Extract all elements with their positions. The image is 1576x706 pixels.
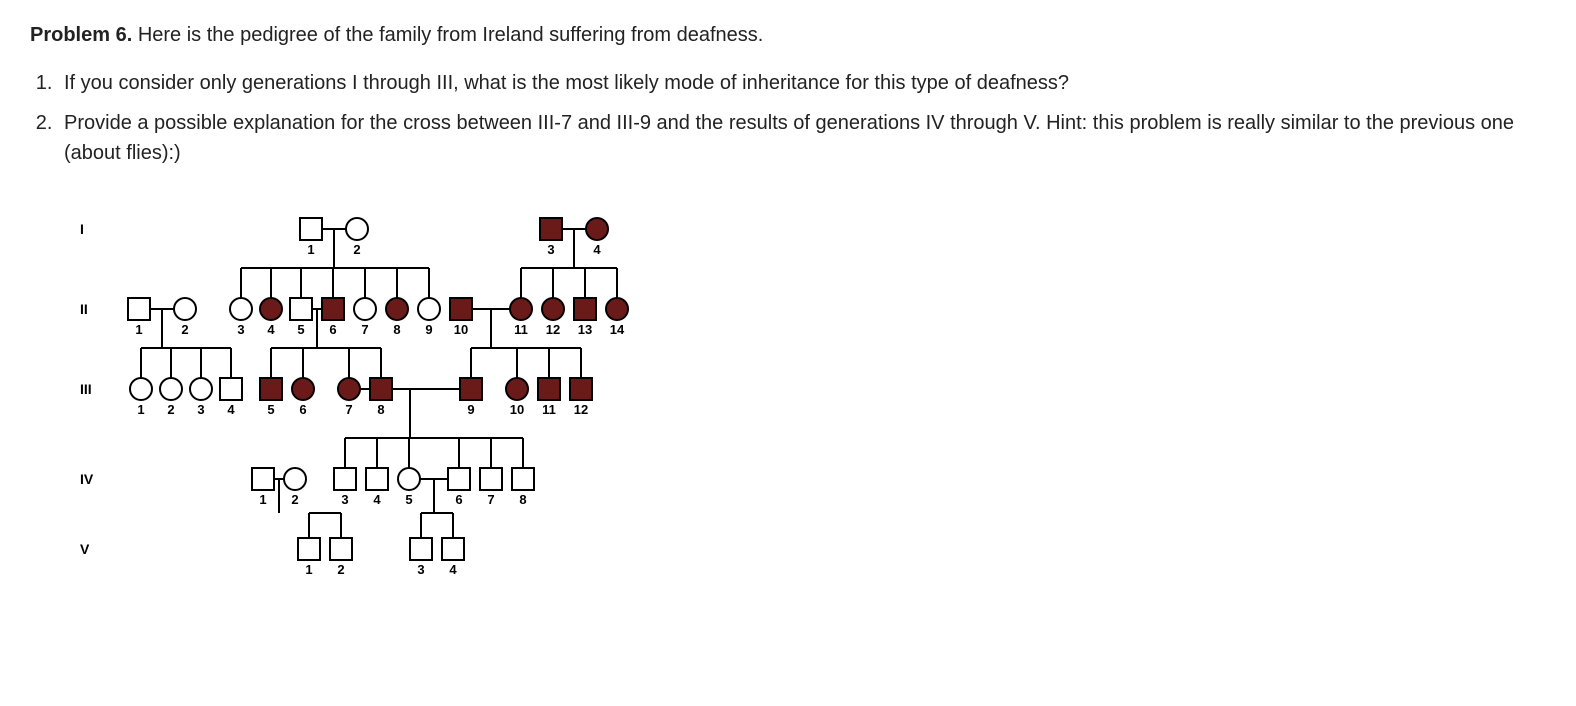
svg-text:11: 11 [514, 322, 528, 337]
svg-text:V: V [80, 541, 90, 557]
svg-text:5: 5 [267, 402, 274, 417]
svg-text:1: 1 [135, 322, 142, 337]
svg-text:6: 6 [329, 322, 336, 337]
question-2: Provide a possible explanation for the c… [58, 108, 1546, 168]
pedigree-svg: IIIIIIIVV1234123456789101112131412345678… [60, 188, 700, 588]
svg-text:1: 1 [137, 402, 144, 417]
svg-text:2: 2 [167, 402, 174, 417]
question-1: If you consider only generations I throu… [58, 68, 1546, 98]
svg-text:3: 3 [197, 402, 204, 417]
svg-text:1: 1 [259, 492, 266, 507]
svg-text:12: 12 [574, 402, 588, 417]
svg-text:3: 3 [341, 492, 348, 507]
question-list: If you consider only generations I throu… [30, 68, 1546, 168]
problem-label: Problem 6. [30, 24, 132, 46]
svg-text:2: 2 [181, 322, 188, 337]
svg-text:III: III [80, 381, 92, 397]
svg-text:3: 3 [417, 562, 424, 577]
svg-text:4: 4 [227, 402, 235, 417]
svg-text:4: 4 [373, 492, 381, 507]
svg-text:3: 3 [237, 322, 244, 337]
svg-text:10: 10 [454, 322, 468, 337]
svg-text:8: 8 [519, 492, 526, 507]
svg-text:6: 6 [299, 402, 306, 417]
svg-text:2: 2 [337, 562, 344, 577]
svg-text:12: 12 [546, 322, 560, 337]
svg-text:9: 9 [467, 402, 474, 417]
svg-text:6: 6 [455, 492, 462, 507]
svg-text:I: I [80, 221, 84, 237]
svg-text:7: 7 [487, 492, 494, 507]
svg-text:13: 13 [578, 322, 592, 337]
svg-text:14: 14 [610, 322, 625, 337]
svg-text:9: 9 [425, 322, 432, 337]
svg-text:1: 1 [307, 242, 314, 257]
svg-text:4: 4 [267, 322, 275, 337]
svg-text:7: 7 [361, 322, 368, 337]
svg-text:4: 4 [593, 242, 601, 257]
pedigree-chart: IIIIIIIVV1234123456789101112131412345678… [60, 188, 1546, 588]
svg-text:II: II [80, 301, 88, 317]
svg-text:5: 5 [297, 322, 304, 337]
intro-text: Here is the pedigree of the family from … [132, 24, 763, 46]
svg-text:2: 2 [291, 492, 298, 507]
svg-text:8: 8 [377, 402, 384, 417]
svg-text:IV: IV [80, 471, 94, 487]
svg-text:5: 5 [405, 492, 412, 507]
svg-text:4: 4 [449, 562, 457, 577]
svg-text:3: 3 [547, 242, 554, 257]
svg-text:10: 10 [510, 402, 524, 417]
problem-intro: Problem 6. Here is the pedigree of the f… [30, 20, 1546, 50]
svg-text:1: 1 [305, 562, 312, 577]
svg-text:8: 8 [393, 322, 400, 337]
svg-text:7: 7 [345, 402, 352, 417]
svg-text:2: 2 [353, 242, 360, 257]
svg-text:11: 11 [542, 402, 556, 417]
